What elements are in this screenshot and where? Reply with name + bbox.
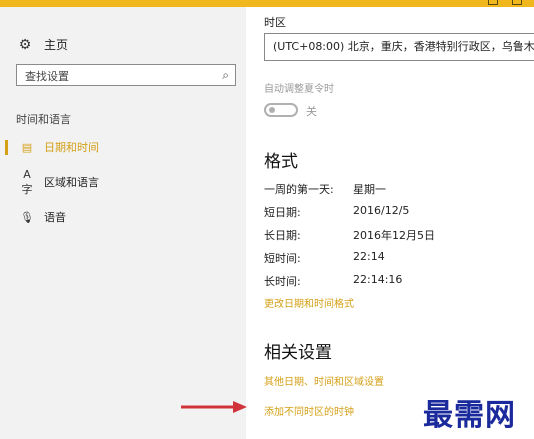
format-value: 2016/12/5 <box>353 204 410 217</box>
format-key: 短时间: <box>264 252 301 265</box>
title-bar <box>0 0 534 7</box>
timezone-label: 时区 <box>264 16 286 29</box>
sidebar-item-label: 语音 <box>44 211 66 224</box>
language-icon: A字 <box>21 167 33 196</box>
add-clocks-link[interactable]: 添加不同时区的时钟 <box>264 403 354 418</box>
format-key: 长时间: <box>264 275 301 288</box>
watermark: 最需网 <box>423 398 516 433</box>
format-value: 星期一 <box>353 183 386 196</box>
active-marker <box>5 140 8 155</box>
home-nav-item[interactable]: ⚙ 主页 <box>18 36 68 53</box>
format-key: 一周的第一天: <box>264 183 334 196</box>
section-title: 时间和语言 <box>16 113 71 126</box>
related-settings-heading: 相关设置 <box>264 343 332 363</box>
toggle-knob <box>269 107 275 113</box>
search-input[interactable] <box>17 66 215 87</box>
sidebar-item-label: 日期和时间 <box>44 141 99 154</box>
main-panel: 时区 (UTC+08:00) 北京，重庆，香港特别行政区，乌鲁木齐 自动调整夏令… <box>246 7 534 439</box>
microphone-icon: 🎙 <box>20 210 34 224</box>
dst-state: 关 <box>306 105 317 118</box>
format-key: 短日期: <box>264 206 301 219</box>
format-value: 22:14:16 <box>353 273 403 286</box>
search-box[interactable]: ⌕ <box>16 64 236 87</box>
change-formats-link[interactable]: 更改日期和时间格式 <box>264 295 354 310</box>
sidebar-item-speech[interactable]: 🎙 语音 <box>0 204 246 230</box>
sidebar-item-date-time[interactable]: ▤ 日期和时间 <box>0 134 246 160</box>
red-arrow-annotation <box>181 401 247 413</box>
format-key: 长日期: <box>264 229 301 242</box>
sidebar: ⚙ 主页 ⌕ 时间和语言 ▤ 日期和时间 A字 区域和语言 🎙 语音 <box>0 7 246 439</box>
format-value: 22:14 <box>353 250 385 263</box>
search-icon[interactable]: ⌕ <box>222 68 229 83</box>
home-label: 主页 <box>44 38 69 52</box>
gear-icon: ⚙ <box>18 36 32 53</box>
sidebar-item-region-language[interactable]: A字 区域和语言 <box>0 167 246 196</box>
format-value: 2016年12月5日 <box>353 229 435 242</box>
dst-toggle[interactable] <box>264 103 298 117</box>
additional-settings-link[interactable]: 其他日期、时间和区域设置 <box>264 373 384 388</box>
minimize-icon[interactable] <box>488 0 498 5</box>
formats-heading: 格式 <box>264 152 298 172</box>
calendar-icon: ▤ <box>21 140 33 154</box>
sidebar-item-label: 区域和语言 <box>44 176 99 189</box>
dst-label: 自动调整夏令时 <box>264 84 334 95</box>
maximize-icon[interactable] <box>512 0 522 5</box>
timezone-select[interactable]: (UTC+08:00) 北京，重庆，香港特别行政区，乌鲁木齐 <box>264 33 534 61</box>
